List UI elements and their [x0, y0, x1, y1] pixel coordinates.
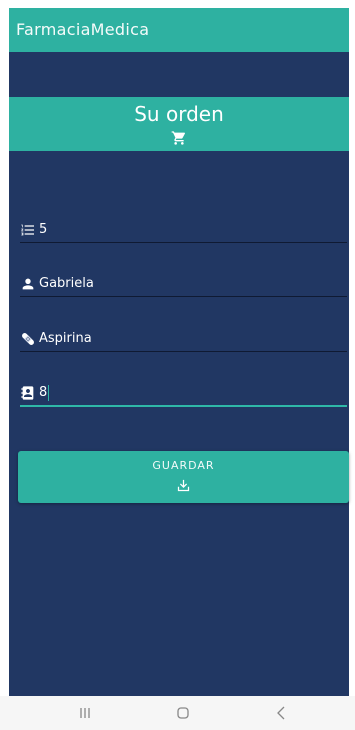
download-icon — [177, 479, 190, 492]
bandage-icon — [22, 333, 34, 345]
app-bar: FarmaciaMedica — [9, 8, 349, 52]
system-navigation-bar — [0, 696, 355, 730]
medicine-value: Aspirina — [39, 331, 92, 346]
quantity-field[interactable]: 5 — [20, 218, 347, 243]
list-numbered-icon — [21, 224, 34, 236]
customer-field[interactable]: Gabriela — [20, 272, 347, 297]
person-icon — [22, 278, 34, 290]
save-button[interactable]: GUARDAR — [18, 451, 349, 503]
quantity-value: 5 — [39, 222, 48, 237]
text-cursor — [48, 385, 50, 401]
number-field[interactable]: 8 — [20, 381, 347, 407]
customer-value: Gabriela — [39, 276, 94, 291]
recents-icon[interactable] — [75, 703, 95, 723]
number-value: 8 — [39, 385, 50, 401]
order-title: Su orden — [134, 102, 224, 126]
app-title: FarmaciaMedica — [16, 20, 150, 39]
save-button-label: GUARDAR — [152, 459, 215, 472]
back-icon[interactable] — [272, 703, 292, 723]
medicine-field[interactable]: Aspirina — [20, 327, 347, 352]
order-banner: Su orden — [9, 97, 349, 151]
home-icon[interactable] — [173, 703, 193, 723]
shopping-cart-icon — [171, 131, 186, 145]
app-screen: FarmaciaMedica Su orden 5 Gabriela Aspir… — [9, 8, 349, 696]
contact-book-icon — [21, 386, 34, 400]
